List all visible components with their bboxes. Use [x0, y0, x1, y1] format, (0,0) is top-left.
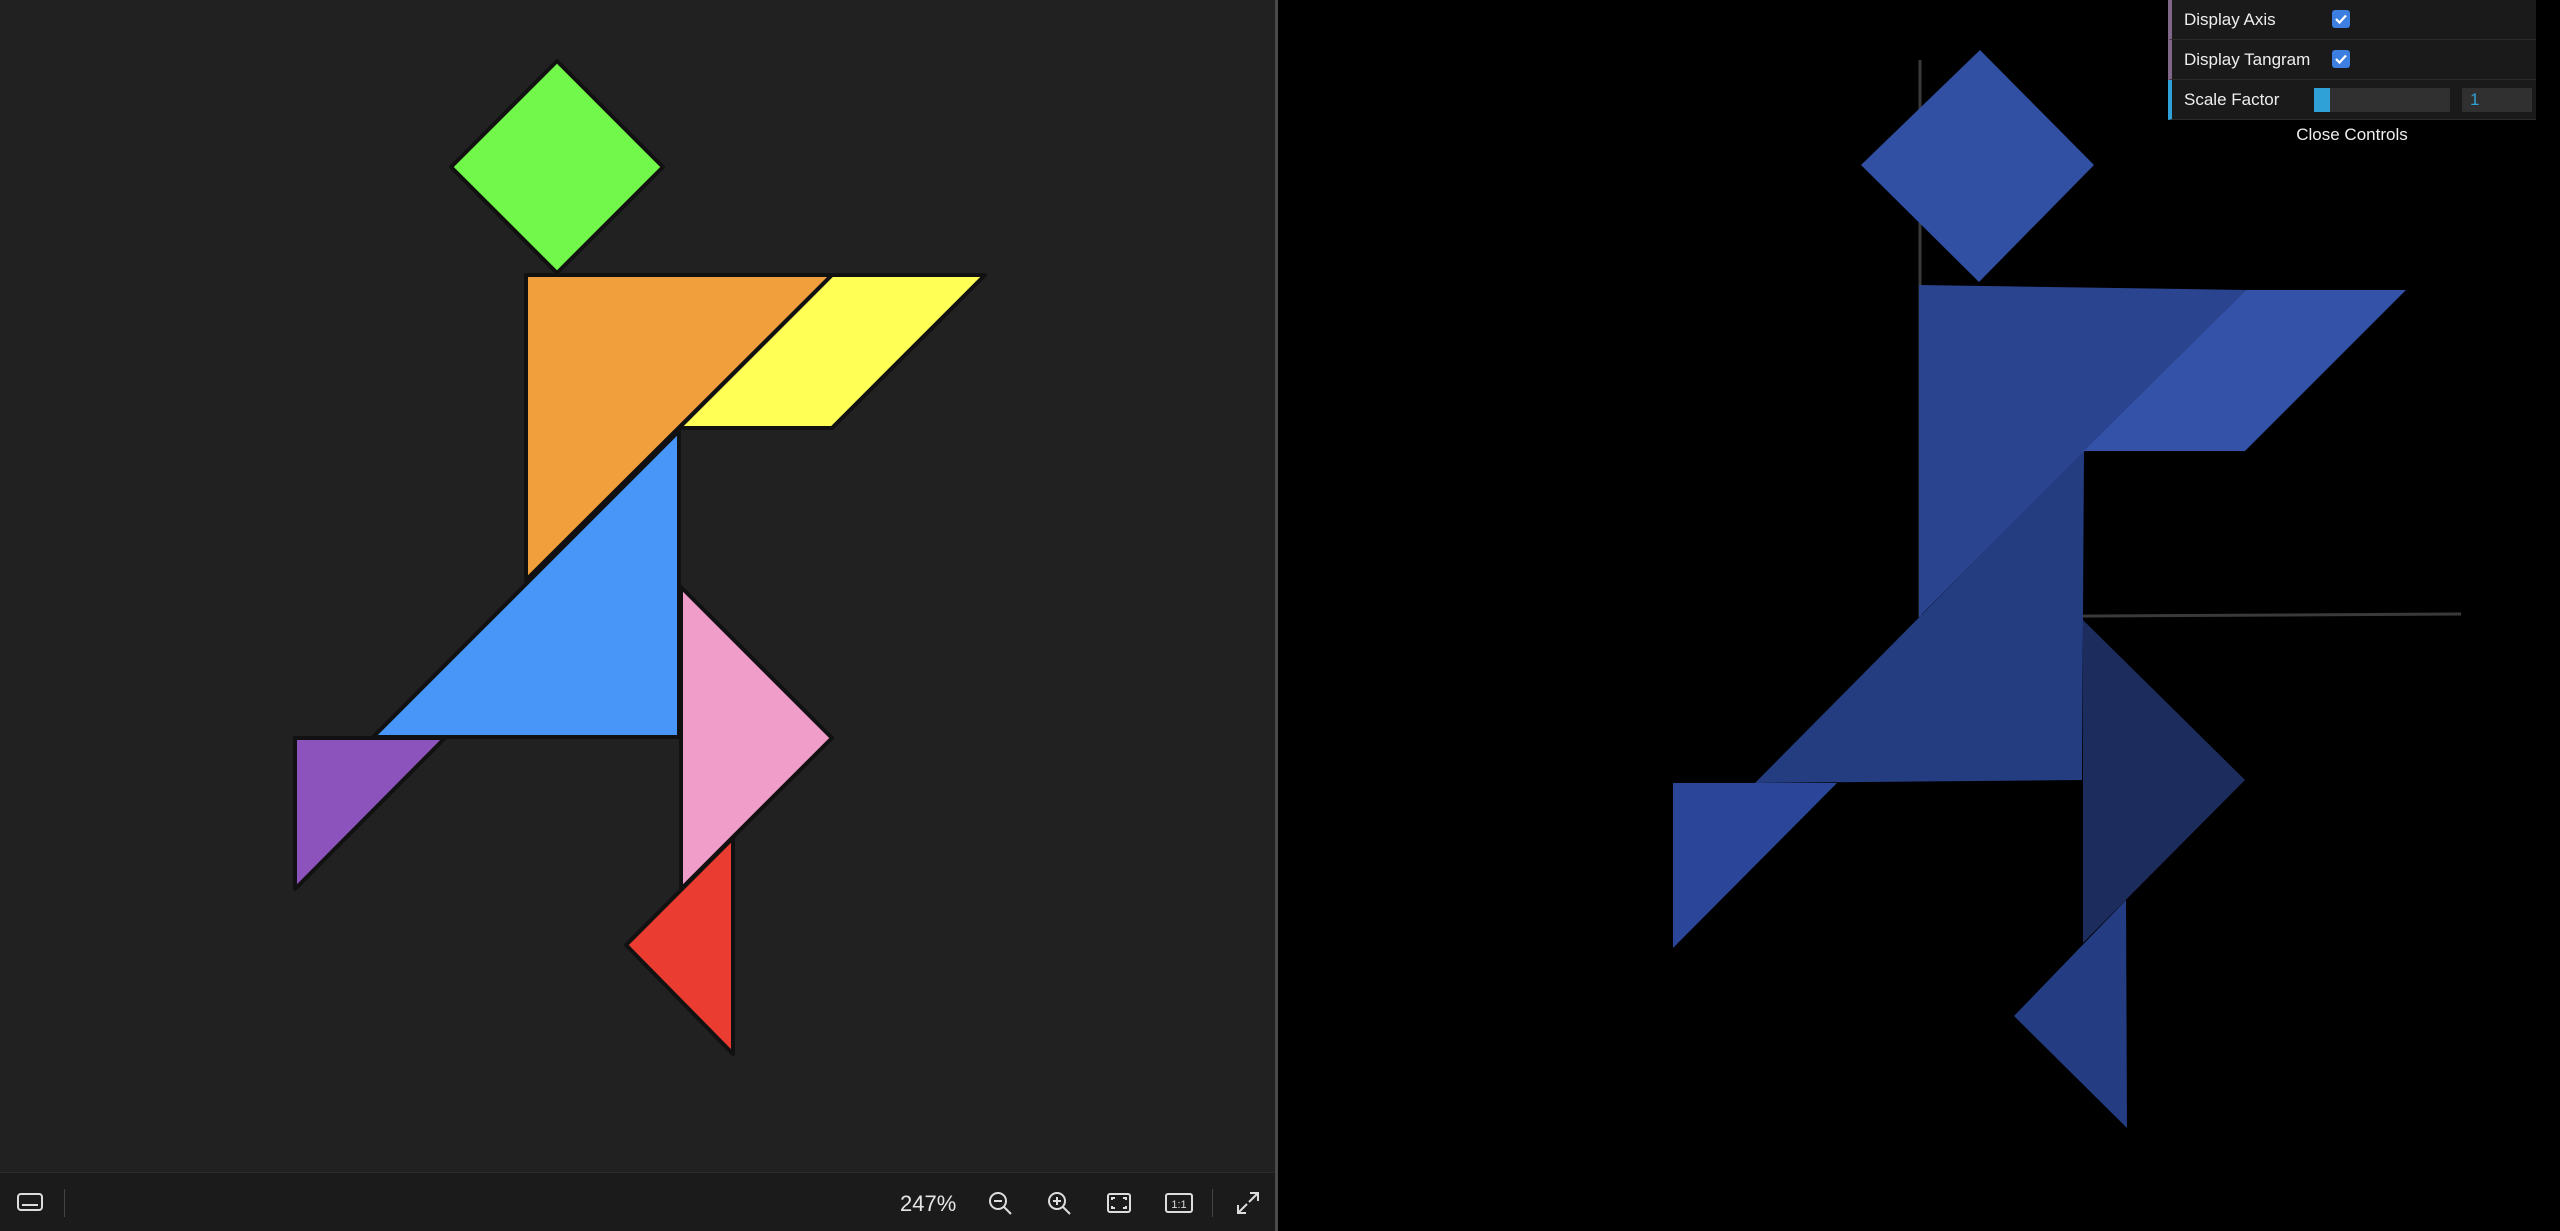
scene-tangram: [1673, 50, 2406, 1128]
scale-factor-slider[interactable]: [2314, 88, 2450, 112]
fullscreen-button[interactable]: [1228, 1183, 1268, 1223]
zoom-level-label: 247%: [900, 1191, 957, 1216]
actual-size-icon: 1:1: [1165, 1193, 1193, 1213]
subtitle-button[interactable]: [10, 1183, 50, 1223]
checkmark-icon: [2335, 14, 2347, 25]
three-d-scene-panel[interactable]: [1281, 0, 2560, 1231]
fit-to-window-icon: [1107, 1193, 1131, 1213]
scene-small-triangle-left: [1673, 783, 1837, 948]
image-viewer-panel: 247% 1:1: [0, 0, 1278, 1231]
close-controls-button[interactable]: Close Controls: [2168, 120, 2536, 152]
expand-icon: [1237, 1192, 1259, 1214]
scale-factor-slider-fill: [2314, 88, 2331, 112]
tangram-square-head: [449, 59, 665, 275]
scene-small-triangle-bottom: [2014, 900, 2127, 1128]
zoom-in-icon: [1048, 1192, 1071, 1215]
display-tangram-row[interactable]: Display Tangram: [2168, 40, 2536, 80]
scene-square: [1861, 50, 2094, 282]
tangram-medium-triangle: [679, 585, 834, 891]
tangram-small-triangle-left: [293, 736, 447, 891]
toolbar-divider: [64, 1189, 65, 1217]
checkmark-icon: [2335, 54, 2347, 65]
subtitle-icon: [17, 1193, 43, 1211]
display-axis-row[interactable]: Display Axis: [2168, 0, 2536, 40]
toolbar-divider: [1212, 1189, 1213, 1217]
display-axis-label: Display Axis: [2184, 10, 2276, 29]
scale-factor-input[interactable]: 1: [2462, 88, 2532, 112]
zoom-out-button[interactable]: [980, 1183, 1020, 1223]
svg-text:1:1: 1:1: [1171, 1199, 1186, 1211]
tangram-canvas: [293, 59, 987, 1056]
display-tangram-label: Display Tangram: [2184, 50, 2311, 69]
scene-medium-triangle: [2083, 620, 2245, 943]
zoom-in-button[interactable]: [1039, 1183, 1079, 1223]
zoom-out-icon: [989, 1192, 1012, 1215]
viewer-toolbar: 247% 1:1: [0, 1172, 1275, 1231]
display-tangram-checkbox[interactable]: [2332, 50, 2350, 68]
actual-size-button[interactable]: 1:1: [1159, 1183, 1199, 1223]
scale-factor-row: Scale Factor 1: [2168, 80, 2536, 120]
scale-factor-label: Scale Factor: [2184, 90, 2280, 109]
three-d-canvas[interactable]: [1281, 0, 2560, 1231]
controls-panel: Display Axis Display Tangram Scale Facto…: [2168, 0, 2536, 152]
display-axis-checkbox[interactable]: [2332, 10, 2350, 28]
fit-to-window-button[interactable]: [1099, 1183, 1139, 1223]
